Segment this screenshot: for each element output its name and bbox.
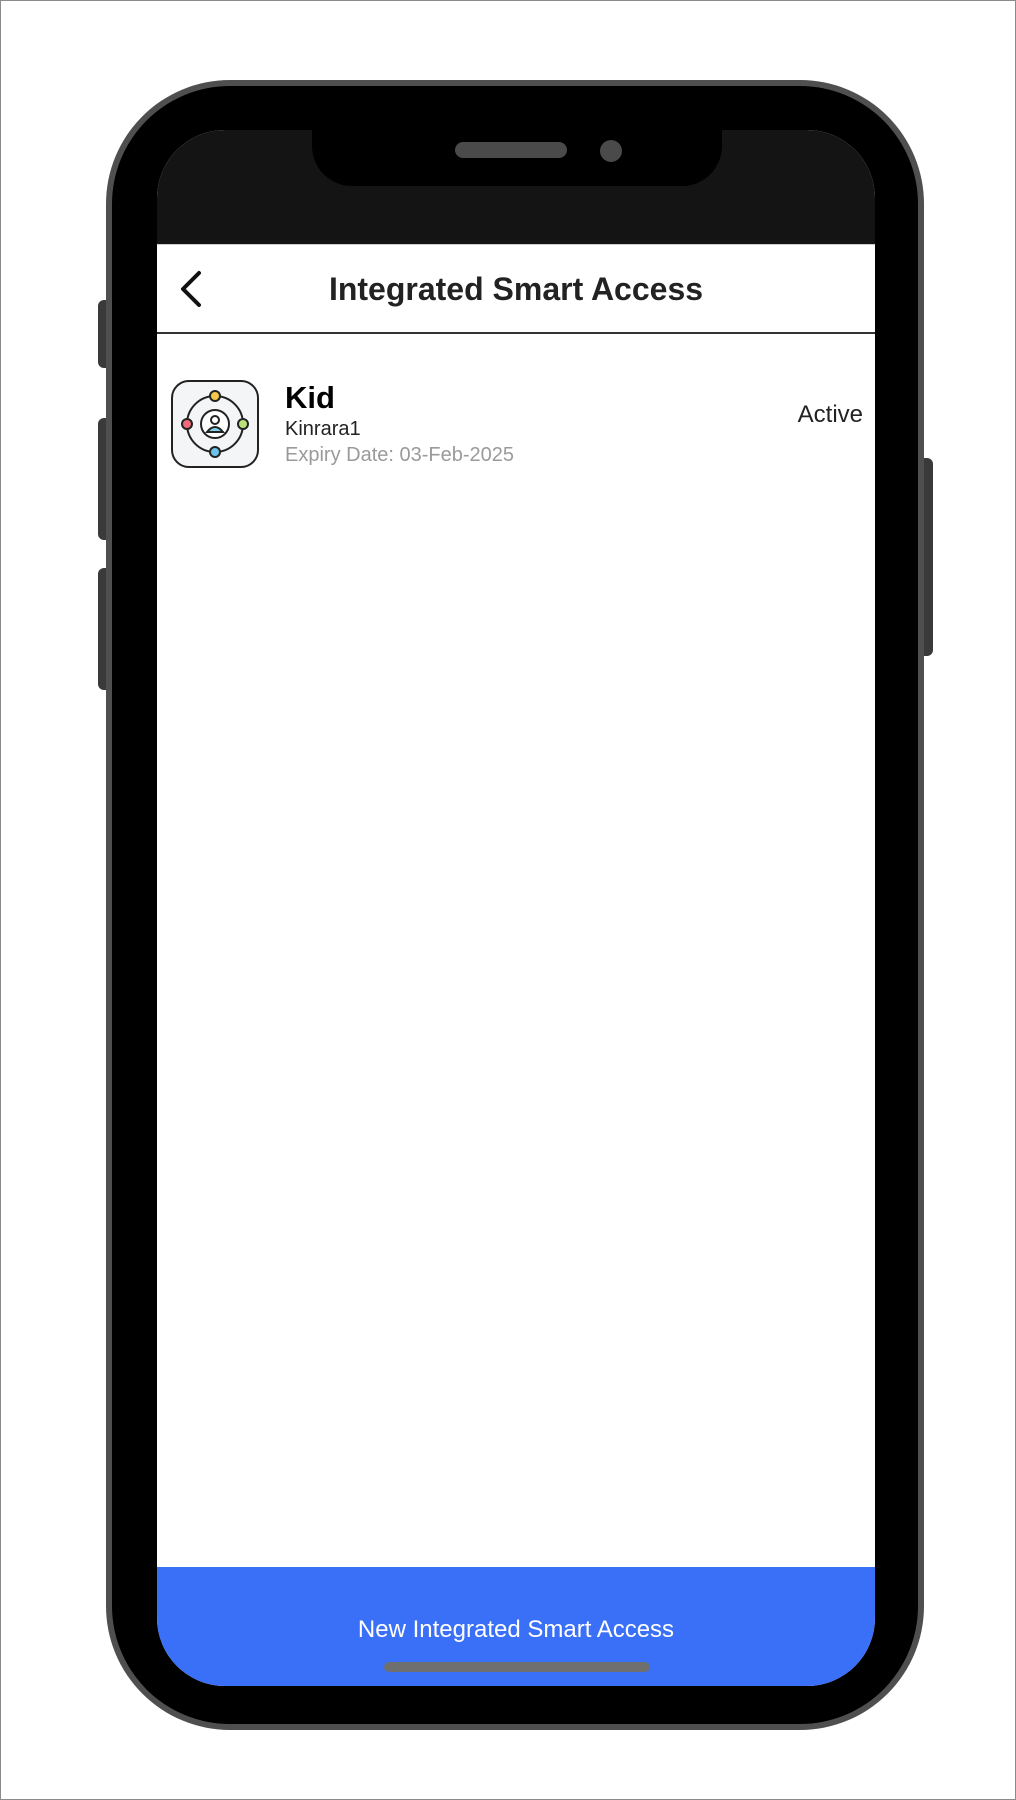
front-camera [600,140,622,162]
phone-screen: Integrated Smart Access Kid Kinrara1 Exp… [157,130,875,1686]
access-expiry-date: Expiry Date: 03-Feb-2025 [285,444,515,466]
app-header: Integrated Smart Access [157,244,875,334]
new-access-button-label: New Integrated Smart Access [357,1616,675,1643]
family-orbit-icon [171,380,259,468]
chevron-left-icon [181,271,201,307]
status-badge: Active [797,401,863,428]
page-title: Integrated Smart Access [328,271,704,307]
access-list-item[interactable]: Kid Kinrara1 Expiry Date: 03-Feb-2025 Ac… [157,334,875,468]
access-title: Kid [285,380,335,415]
access-location: Kinrara1 [285,418,361,440]
earpiece-speaker [455,142,567,158]
notch [312,130,722,186]
back-button[interactable] [171,267,211,311]
home-indicator[interactable] [384,1662,650,1672]
